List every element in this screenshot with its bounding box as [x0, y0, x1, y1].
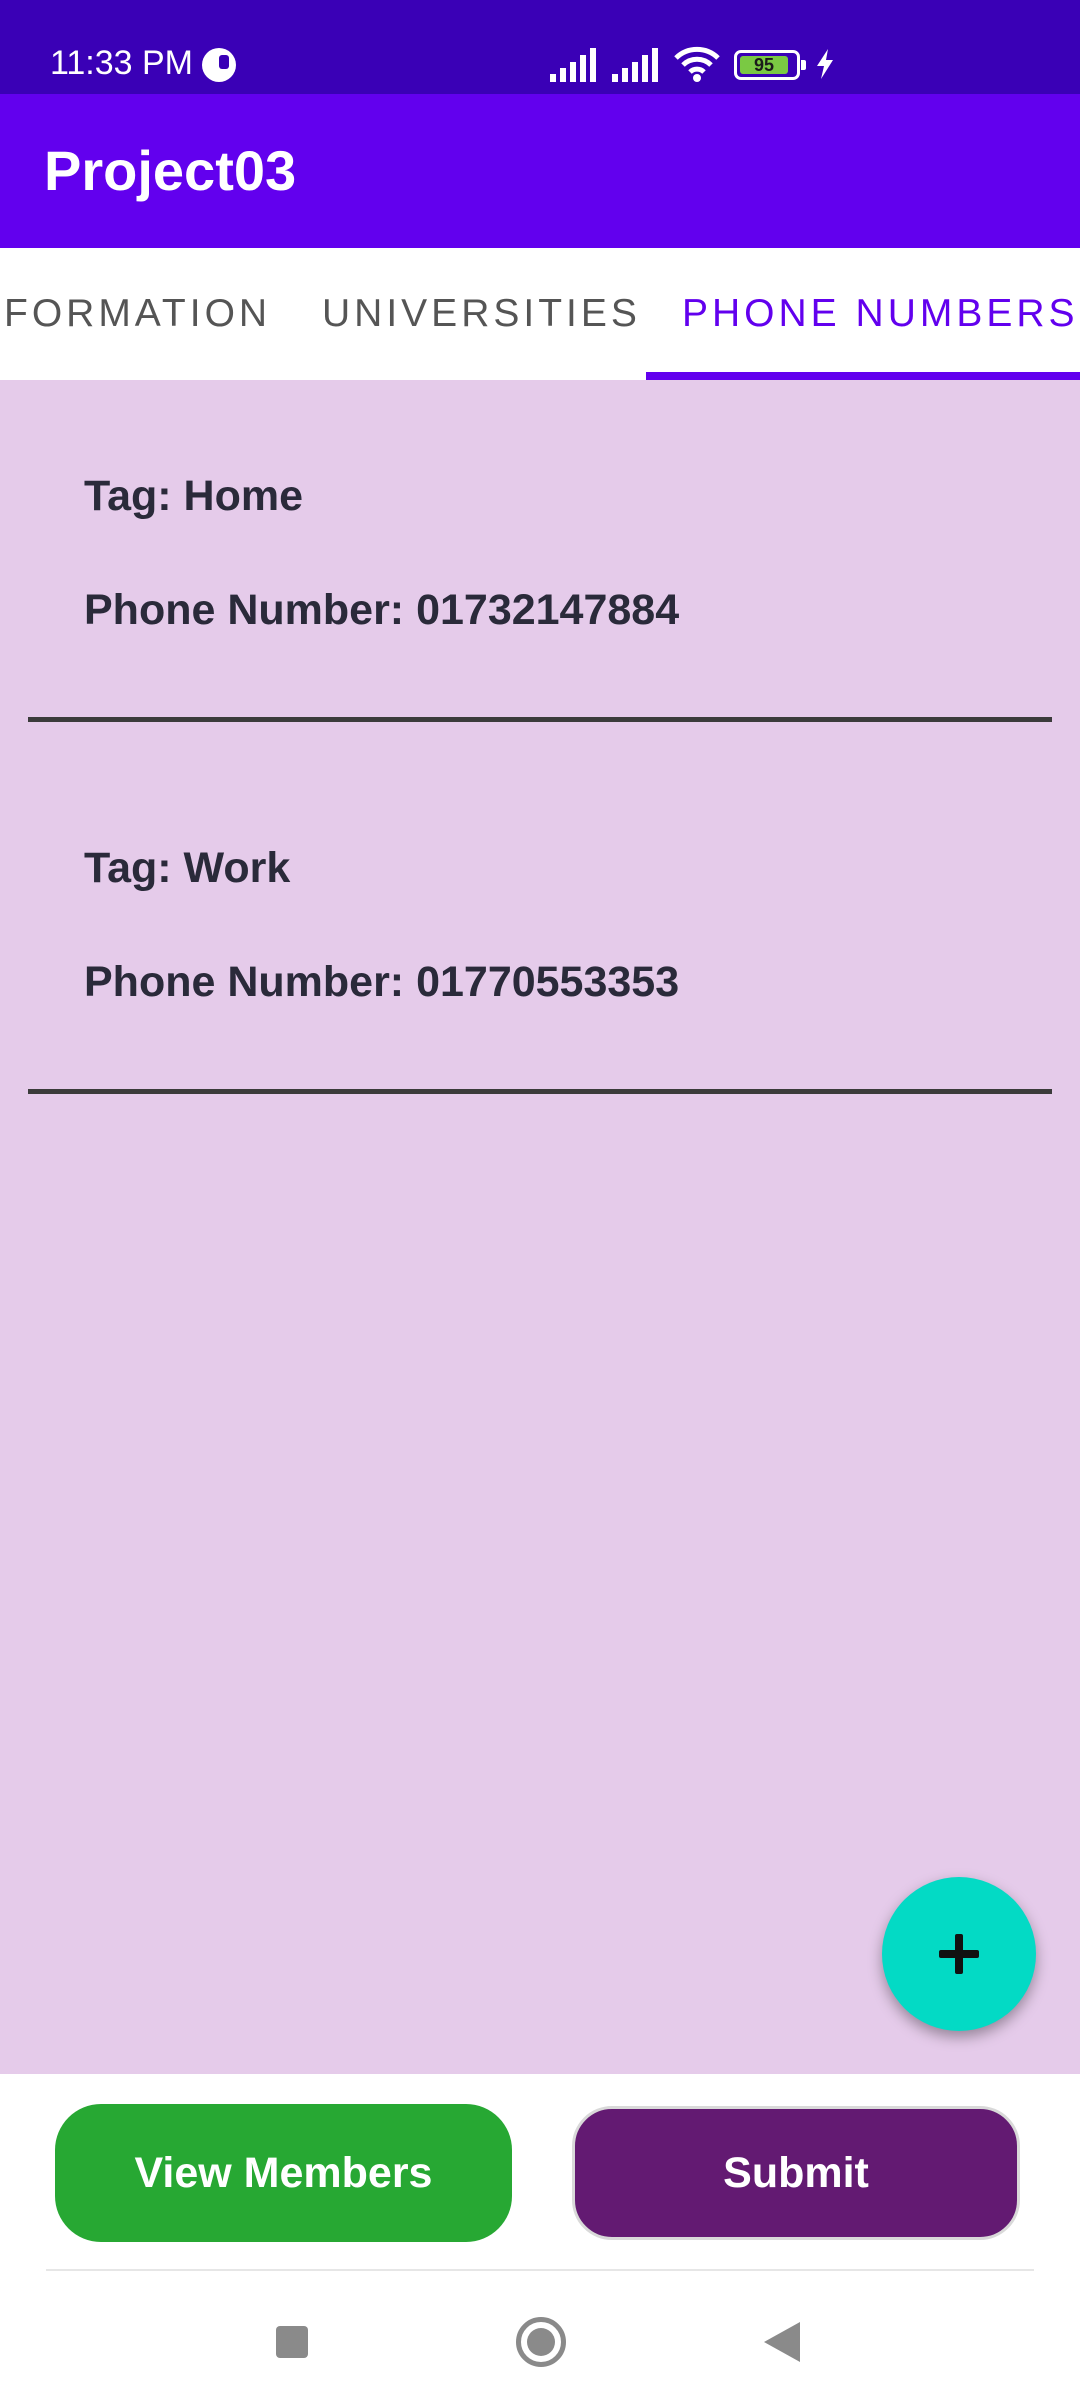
battery-icon: 95: [734, 50, 806, 80]
view-members-button[interactable]: View Members: [55, 2104, 512, 2242]
nav-separator: [46, 2269, 1034, 2271]
status-time: 11:33 PM: [50, 44, 194, 82]
tab-universities[interactable]: UNIVERSITIES: [322, 248, 641, 380]
clock-app-icon: [202, 48, 236, 82]
status-icons: 95: [550, 46, 840, 82]
list-item[interactable]: Tag: Work Phone Number: 01770553353: [0, 752, 1080, 1102]
signal-icon: [612, 46, 664, 82]
phone-tag: Tag: Work: [84, 844, 291, 892]
charging-bolt-icon: [817, 49, 833, 79]
divider: [28, 717, 1052, 722]
add-phone-button[interactable]: [882, 1877, 1036, 2031]
divider: [28, 1089, 1052, 1094]
list-item[interactable]: Tag: Home Phone Number: 01732147884: [0, 380, 1080, 730]
tab-information[interactable]: FORMATION: [4, 248, 271, 380]
bottom-bar: View Members Submit: [0, 2074, 1080, 2400]
home-circle-icon[interactable]: [516, 2317, 566, 2367]
app-title: Project03: [44, 139, 297, 202]
wifi-icon: [674, 46, 720, 82]
back-triangle-icon[interactable]: [764, 2322, 800, 2362]
tab-indicator: [646, 372, 1080, 380]
tab-phone-numbers[interactable]: PHONE NUMBERS: [682, 248, 1079, 380]
phone-numbers-list[interactable]: Tag: Home Phone Number: 01732147884 Tag:…: [0, 380, 1080, 2074]
submit-button[interactable]: Submit: [572, 2106, 1020, 2240]
plus-icon: [939, 1934, 979, 1974]
battery-level: 95: [740, 56, 788, 74]
status-bar: 11:33 PM 95: [0, 0, 1080, 94]
tab-bar: FORMATION UNIVERSITIES PHONE NUMBERS: [0, 248, 1080, 380]
phone-number: Phone Number: 01732147884: [84, 586, 680, 634]
recents-square-icon[interactable]: [276, 2326, 308, 2358]
phone-tag: Tag: Home: [84, 472, 303, 520]
signal-icon: [550, 46, 602, 82]
app-bar: Project03: [0, 94, 1080, 248]
phone-number: Phone Number: 01770553353: [84, 958, 680, 1006]
